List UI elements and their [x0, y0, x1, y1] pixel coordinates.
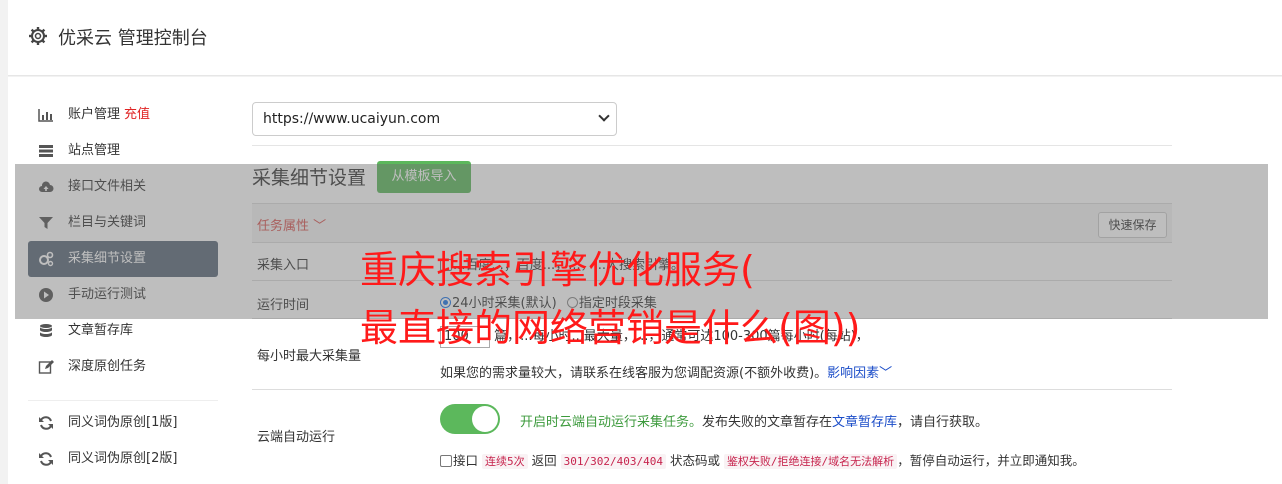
top-header: 优采云 管理控制台 — [8, 0, 1282, 76]
sidebar-item-label: 同义词伪原创[1版] — [68, 415, 178, 430]
code-errors: 鉴权失败/拒绝连接/域名无法解析 — [723, 454, 898, 469]
article-store-link[interactable]: 文章暂存库 — [832, 415, 897, 430]
cloud-run-desc: 开启时云端自动运行采集任务。发布失败的文章暂存在文章暂存库，请自行获取。 — [520, 411, 988, 430]
row-label: 云端自动运行 — [257, 430, 336, 445]
site-select[interactable]: https://www.ucaiyun.com — [252, 102, 617, 136]
refresh-icon — [39, 416, 53, 430]
row-cloud-run: 云端自动运行 开启时云端自动运行采集任务。发布失败的文章暂存在文章暂存库，请自行… — [252, 390, 1172, 480]
sidebar-item-label: 深度原创任务 — [68, 359, 147, 374]
site-select-value: https://www.ucaiyun.com — [263, 111, 441, 127]
overlay-headline-line2: 最直接的网络营销是什么(图)) — [360, 306, 861, 350]
sidebar-item-label: 站点管理 — [68, 143, 121, 158]
bar-chart-icon — [38, 109, 53, 122]
sidebar-divider — [28, 385, 218, 401]
cloud-run-desc-text: 发布失败的文章暂存在 — [702, 415, 833, 430]
console-title: 优采云 管理控制台 — [58, 28, 208, 49]
pause-rule-mid1: 返回 — [531, 453, 557, 468]
cloud-run-desc-end: ，请自行获取。 — [897, 415, 989, 430]
pause-rule-checkbox[interactable] — [440, 455, 452, 467]
gear-icon — [29, 27, 47, 45]
sidebar-item-account[interactable]: 账户管理 充值 — [28, 97, 218, 133]
pause-rule-label: 接口 — [453, 453, 479, 468]
sidebar-item-synonym-v2[interactable]: 同义词伪原创[2版] — [28, 441, 218, 477]
code-status: 301/302/403/404 — [560, 454, 666, 469]
sidebar-item-label: 同义词伪原创[2版] — [68, 451, 178, 466]
sidebar-item-synonym-v1[interactable]: 同义词伪原创[1版] — [28, 405, 218, 441]
influence-factors-label: 影响因素 — [827, 366, 880, 381]
pause-rule-mid2: 状态码或 — [669, 453, 720, 468]
row-label: 每小时最大采集量 — [257, 349, 362, 364]
pause-rule-end: ，暂停自动运行，并立即通知我。 — [897, 453, 1085, 468]
pause-rule: 接口 连续5次 返回 301/302/403/404 状态码或 鉴权失败/拒绝连… — [440, 450, 1085, 469]
edit-icon — [38, 360, 54, 374]
maxcount-help: 如果您的需求量较大，请联系在线客服为您调配资源(不额外收费)。 — [440, 366, 828, 381]
refresh-icon — [39, 452, 53, 466]
recharge-link[interactable]: 充值 — [124, 107, 150, 122]
database-icon — [40, 324, 52, 337]
influence-factors-link[interactable]: 影响因素﹀ — [827, 366, 892, 381]
watermark-overlay — [15, 164, 1268, 319]
toggle-knob — [472, 406, 498, 432]
overlay-headline-line1: 重庆搜索引擎优化服务( — [360, 248, 755, 292]
sidebar-item-label: 账户管理 — [68, 107, 121, 122]
sidebar-item-label: 文章暂存库 — [68, 323, 134, 338]
cloud-run-toggle[interactable] — [440, 404, 500, 434]
server-icon — [39, 145, 53, 157]
divider — [252, 145, 1172, 146]
sidebar-item-deep-original[interactable]: 深度原创任务 — [28, 349, 218, 385]
double-chevron-down-icon: ﹀ — [879, 366, 893, 381]
code-consecutive: 连续5次 — [482, 454, 528, 469]
row-value-line2: 如果您的需求量较大，请联系在线客服为您调配资源(不额外收费)。影响因素﹀ — [440, 362, 892, 381]
cloud-run-desc-green: 开启时云端自动运行采集任务。 — [520, 415, 703, 430]
chevron-down-icon — [598, 110, 610, 122]
